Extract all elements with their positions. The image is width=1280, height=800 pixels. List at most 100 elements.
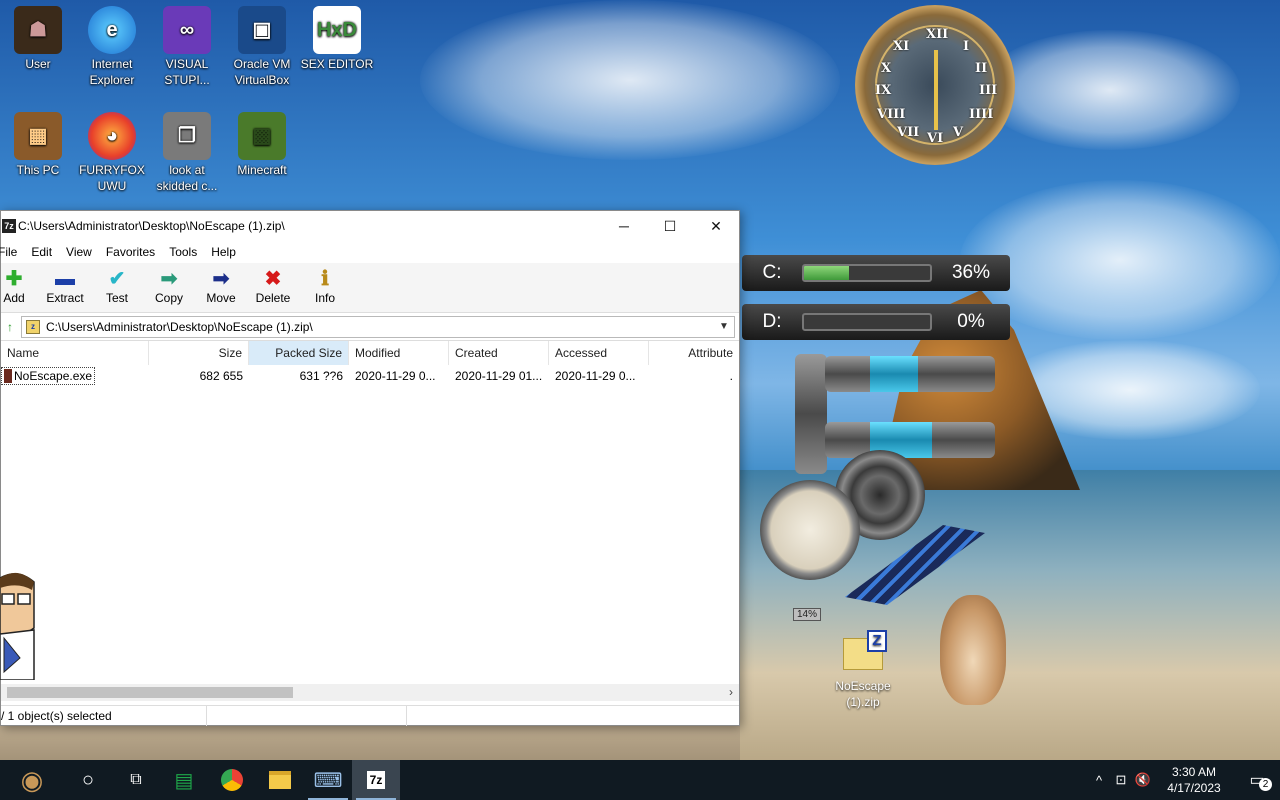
desktop-icon-label: VISUAL STUPI... (164, 57, 210, 87)
desktop-icon-label: Minecraft (237, 163, 287, 177)
taskbar-app-sheets[interactable]: ▤ (160, 760, 208, 800)
column-attributes[interactable]: Attribute (649, 341, 739, 365)
toolbar-label: Copy (154, 291, 183, 305)
plus-icon: ✚ (5, 268, 23, 290)
title-bar[interactable]: 7z C:\Users\Administrator\Desktop\NoEsca… (1, 211, 739, 241)
gauge-icon (760, 480, 860, 580)
desktop-icon-user[interactable]: ☗ User (0, 6, 76, 72)
horizontal-scrollbar[interactable]: › (1, 684, 739, 701)
desktop-icon-hex-editor[interactable]: HxD SEX EDITOR (299, 6, 375, 72)
up-folder-icon[interactable]: ↑ (1, 318, 19, 336)
chevron-up-icon[interactable]: ^ (1088, 773, 1110, 788)
drive-meter-d[interactable]: D: 0% (742, 304, 1010, 340)
task-view-button[interactable]: ⧉ (112, 760, 160, 800)
cloud (420, 0, 840, 160)
column-created[interactable]: Created (449, 340, 549, 365)
edge-icon: e (88, 6, 136, 54)
clock-minute-hand (934, 85, 938, 130)
desktop-icon-label: Internet Explorer (89, 57, 135, 87)
scrollbar-thumb[interactable] (7, 687, 293, 698)
green-app-icon: ▤ (174, 769, 194, 792)
clock-numeral: III (979, 83, 998, 98)
cell-name: NoEscape.exe (1, 366, 149, 386)
notification-button[interactable]: ▭ 2 (1234, 770, 1280, 791)
clock-numeral: II (975, 61, 988, 76)
menu-favorites[interactable]: Favorites (99, 245, 162, 259)
column-size[interactable]: Size (149, 340, 249, 365)
menu-file[interactable]: File (0, 245, 24, 259)
address-value: C:\Users\Administrator\Desktop\NoEscape … (46, 319, 313, 334)
taskbar-app-7zip[interactable]: 7z (352, 760, 400, 800)
chevron-down-icon[interactable]: ▼ (714, 321, 734, 332)
maximize-button[interactable]: ☐ (647, 211, 693, 241)
clock-numeral: VI (927, 131, 944, 146)
stacked-windows-icon: ❐ (163, 112, 211, 160)
menu-help[interactable]: Help (204, 245, 243, 259)
drive-meter-c[interactable]: C: 36% (742, 255, 1010, 291)
drive-percent: 36% (951, 262, 991, 283)
clock-numeral: I (963, 39, 970, 54)
clock-numeral: VII (897, 125, 920, 140)
desktop-icon-visual-studio[interactable]: ∞ VISUAL STUPI... (149, 6, 225, 88)
check-icon: ✔ (108, 268, 126, 290)
clock-numeral: IIII (969, 107, 994, 122)
desktop-icon-this-pc[interactable]: ▦ This PC (0, 112, 76, 178)
copy-button[interactable]: ➡ Copy (143, 267, 195, 305)
menu-edit[interactable]: Edit (24, 245, 59, 259)
hamster-desktop-pet[interactable] (940, 595, 1006, 705)
taskbar: ◉ ○ ⧉ ▤ ⌨ 7z ^ ⊡ 🔇 3:30 AM 4/17/2023 ▭ 2 (0, 760, 1280, 800)
column-packed-size[interactable]: Packed Size (249, 340, 349, 365)
taskbar-app-keyboard[interactable]: ⌨ (304, 760, 352, 800)
clock-numeral: V (953, 125, 964, 140)
desktop-icon-label: SEX EDITOR (300, 57, 374, 71)
chevron-right-icon[interactable]: › (729, 684, 733, 701)
column-modified[interactable]: Modified (349, 340, 449, 365)
zip-archive-icon: Z (839, 630, 887, 672)
menu-tools[interactable]: Tools (162, 245, 204, 259)
column-accessed[interactable]: Accessed (549, 340, 649, 365)
search-button[interactable]: ○ (64, 760, 112, 800)
clock-gadget[interactable]: XII I II III IIII V VI VII VIII IX X XI (855, 5, 1015, 165)
info-button[interactable]: ℹ Info (299, 267, 351, 305)
taskbar-time: 3:30 AM (1171, 765, 1217, 779)
toolbar-label: Move (206, 291, 236, 305)
cpu-tank (870, 356, 918, 392)
delete-button[interactable]: ✖ Delete (247, 267, 299, 305)
add-button[interactable]: ✚ Add (1, 267, 27, 305)
table-row[interactable]: NoEscape.exe 682 655 631 ??6 2020-11-29 … (1, 365, 739, 387)
drive-usage-fill (804, 266, 850, 280)
extract-button[interactable]: ▬ Extract (39, 267, 91, 305)
test-button[interactable]: ✔ Test (91, 267, 143, 305)
status-selection: / 1 object(s) selected (1, 705, 207, 726)
taskbar-app-chrome[interactable] (208, 760, 256, 800)
desktop-icon-label: look at skidded c... (156, 163, 218, 193)
menu-view[interactable]: View (59, 245, 99, 259)
desktop-icon-internet-explorer[interactable]: e Internet Explorer (74, 6, 150, 88)
network-icon[interactable]: ⊡ (1110, 772, 1132, 788)
address-bar: ↑ z C:\Users\Administrator\Desktop\NoEsc… (1, 313, 739, 341)
address-input[interactable]: z C:\Users\Administrator\Desktop\NoEscap… (21, 315, 735, 338)
column-name[interactable]: Name (1, 340, 149, 365)
desktop-icon-minecraft[interactable]: ▩ Minecraft (224, 112, 300, 178)
7zip-app-icon[interactable]: 7z (2, 219, 16, 233)
desktop-icon-shortcut[interactable]: ❐ look at skidded c... (149, 112, 225, 194)
7zip-window: 7z C:\Users\Administrator\Desktop\NoEsca… (0, 210, 740, 726)
desktop-icon-virtualbox[interactable]: ▣ Oracle VM VirtualBox (224, 6, 300, 88)
chrome-icon (221, 769, 243, 791)
taskbar-clock[interactable]: 3:30 AM 4/17/2023 (1154, 764, 1234, 796)
start-button[interactable]: ◉ (0, 760, 64, 800)
clock-hour-hand (934, 50, 938, 90)
taskbar-app-explorer[interactable] (256, 760, 304, 800)
desktop-icon-noescape-zip[interactable]: Z NoEscape (1).zip (830, 630, 896, 710)
desktop-icon-firefox[interactable]: ◕ FURRYFOX UWU (74, 112, 150, 194)
close-button[interactable]: ✕ (693, 211, 739, 241)
move-button[interactable]: ➡ Move (195, 267, 247, 305)
status-cell (207, 705, 407, 726)
toolbar-label: Delete (255, 291, 291, 305)
user-icon: ☗ (14, 6, 62, 54)
exe-file-icon (4, 368, 12, 383)
virtualbox-icon: ▣ (238, 6, 286, 54)
volume-muted-icon[interactable]: 🔇 (1132, 772, 1154, 788)
steampunk-system-gadget[interactable]: 14% (745, 350, 995, 621)
minimize-button[interactable]: ─ (601, 211, 647, 241)
